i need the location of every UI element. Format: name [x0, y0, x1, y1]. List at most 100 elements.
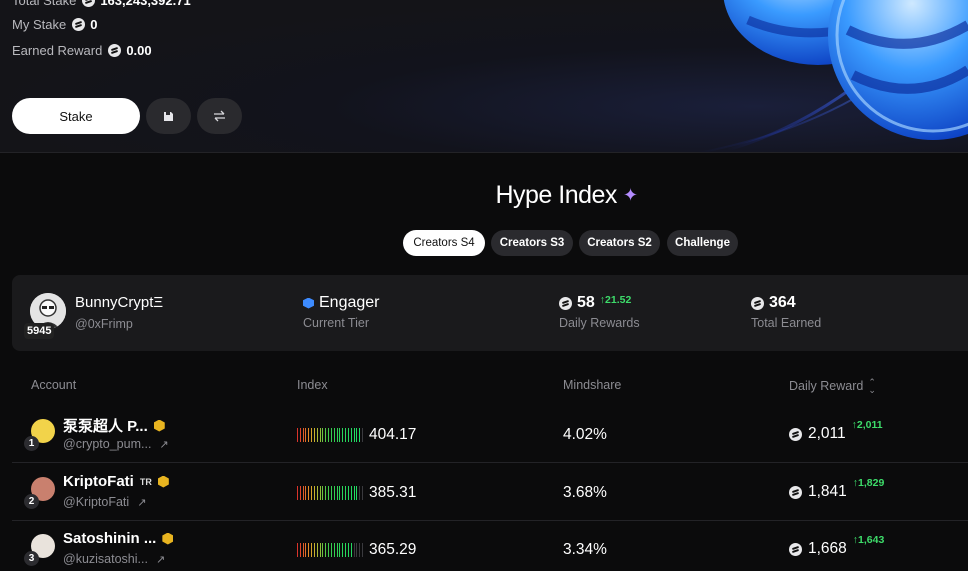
external-link-icon[interactable]: ↗: [159, 438, 168, 451]
account-name[interactable]: Satoshinin ...: [63, 530, 174, 547]
index-meter-bar: [313, 428, 315, 442]
column-header-index: Index: [297, 378, 328, 392]
index-meter-bar: [302, 428, 304, 442]
index-meter: [297, 428, 363, 442]
account-handle[interactable]: @crypto_pum... ↗: [63, 437, 169, 451]
daily-reward: 2,011 ↑2,011: [789, 419, 883, 443]
index-meter-bar: [359, 543, 361, 557]
index-meter-bar: [316, 428, 318, 442]
total-stake-label: Total Stake: [12, 0, 77, 8]
index-meter-bar: [356, 543, 358, 557]
index-meter-bar: [356, 486, 358, 500]
account-handle[interactable]: @KriptoFati ↗: [63, 495, 146, 509]
hype-index-title: Hype Index: [495, 181, 617, 209]
index-value: 385.31: [369, 484, 417, 501]
daily-rewards-value: 58: [577, 294, 595, 311]
save-button[interactable]: [146, 98, 191, 134]
tier-hexagon-icon: [303, 297, 314, 309]
account-name[interactable]: 泵泵超人 P...: [63, 415, 165, 436]
index-meter-bar: [336, 428, 338, 442]
index-meter-bar: [362, 486, 363, 500]
column-header-account: Account: [31, 378, 77, 392]
index-meter-bar: [319, 543, 321, 557]
index-meter-bar: [342, 543, 344, 557]
index-value: 365.29: [369, 541, 417, 558]
index-meter-bar: [350, 428, 352, 442]
account-handle[interactable]: @kuzisatoshi... ↗: [63, 552, 165, 566]
reward-value: 2,011: [808, 425, 846, 442]
mindshare-value: 4.02%: [563, 426, 607, 443]
index-meter-bar: [313, 486, 315, 500]
verified-badge-icon: [153, 419, 165, 432]
rank-number: 1: [24, 436, 39, 451]
index-meter-bar: [305, 486, 307, 500]
tab-creators-s4[interactable]: Creators S4: [403, 230, 485, 256]
tab-challenge[interactable]: Challenge: [667, 230, 738, 256]
index-meter-bar: [339, 428, 341, 442]
index-meter-bar: [328, 486, 329, 500]
tab-creators-s3[interactable]: Creators S3: [491, 230, 573, 256]
external-link-icon[interactable]: ↗: [156, 553, 165, 566]
index-meter-bar: [339, 486, 341, 500]
token-icon: [72, 18, 86, 31]
current-tier: Engager Current Tier: [303, 294, 380, 330]
index-meter-bar: [345, 486, 346, 500]
profile-name: BunnyCryptΞ: [75, 294, 164, 311]
index-meter-bar: [353, 428, 355, 442]
country-tag: TR: [139, 476, 152, 487]
table-row[interactable]: 3 Satoshinin ... @kuzisatoshi... ↗ 365.29 3.3…: [12, 521, 968, 571]
earned-reward-row: Earned Reward 0.00: [12, 43, 152, 58]
index-meter-bar: [362, 543, 363, 557]
index-meter-bar: [350, 543, 352, 557]
index-meter-bar: [297, 428, 298, 442]
index-meter-bar: [347, 486, 349, 500]
index-meter-bar: [322, 428, 324, 442]
index-meter-bar: [311, 428, 312, 442]
index-meter-bar: [322, 486, 324, 500]
reward-change: ↑1,643: [852, 534, 885, 546]
account-name[interactable]: KriptoFati TR: [63, 473, 169, 490]
reward-change: ↑2,011: [851, 419, 883, 431]
index-meter-bar: [353, 543, 355, 557]
index-meter: [297, 543, 363, 557]
index-meter-bar: [333, 543, 335, 557]
index-meter-bar: [305, 428, 307, 442]
index-meter-bar: [302, 486, 304, 500]
index-meter-bar: [319, 428, 321, 442]
index-meter-bar: [308, 486, 310, 500]
my-stake-row: My Stake 0: [12, 17, 97, 32]
stake-button[interactable]: Stake: [12, 98, 140, 134]
stake-panel: Total Stake 163,243,392.71 My Stake 0 Ea…: [0, 0, 968, 153]
daily-reward: 1,668 ↑1,643: [789, 534, 884, 558]
index-meter-bar: [325, 428, 327, 442]
index-meter-bar: [308, 428, 310, 442]
column-header-daily-reward[interactable]: Daily Reward ⌃ ⌄: [789, 378, 876, 395]
index-meter-bar: [333, 486, 335, 500]
index-meter-bar: [330, 543, 332, 557]
tab-creators-s2[interactable]: Creators S2: [579, 230, 660, 256]
earned-reward-label: Earned Reward: [12, 43, 103, 58]
swap-button[interactable]: [197, 98, 242, 134]
index-meter-bar: [359, 486, 361, 500]
token-icon: [789, 485, 802, 499]
index-meter-bar: [350, 486, 352, 500]
save-icon: [164, 111, 173, 121]
index-meter-bar: [336, 486, 338, 500]
index-meter-bar: [325, 543, 327, 557]
total-stake-value: 163,243,392.71: [100, 0, 191, 8]
index-meter-bar: [347, 543, 349, 557]
earned-reward-value: 0.00: [126, 43, 152, 58]
index-meter-bar: [308, 543, 310, 557]
index-meter-bar: [311, 543, 312, 557]
external-link-icon[interactable]: ↗: [137, 496, 146, 509]
my-stake-label: My Stake: [12, 17, 67, 32]
table-row[interactable]: 1 泵泵超人 P... @crypto_pum... ↗ 404.17 4.02% 2,01…: [12, 406, 968, 463]
table-row[interactable]: 2 KriptoFati TR @KriptoFati ↗ 385.31 3.68% 1,84…: [12, 464, 968, 521]
sparkle-icon: ✦: [622, 185, 638, 205]
rank-number: 2: [24, 494, 39, 509]
tier-label: Current Tier: [303, 316, 369, 330]
index-meter-bar: [345, 428, 346, 442]
rank-badge: 5945: [24, 323, 55, 339]
index-meter-bar: [313, 543, 315, 557]
mindshare-value: 3.68%: [563, 484, 607, 501]
